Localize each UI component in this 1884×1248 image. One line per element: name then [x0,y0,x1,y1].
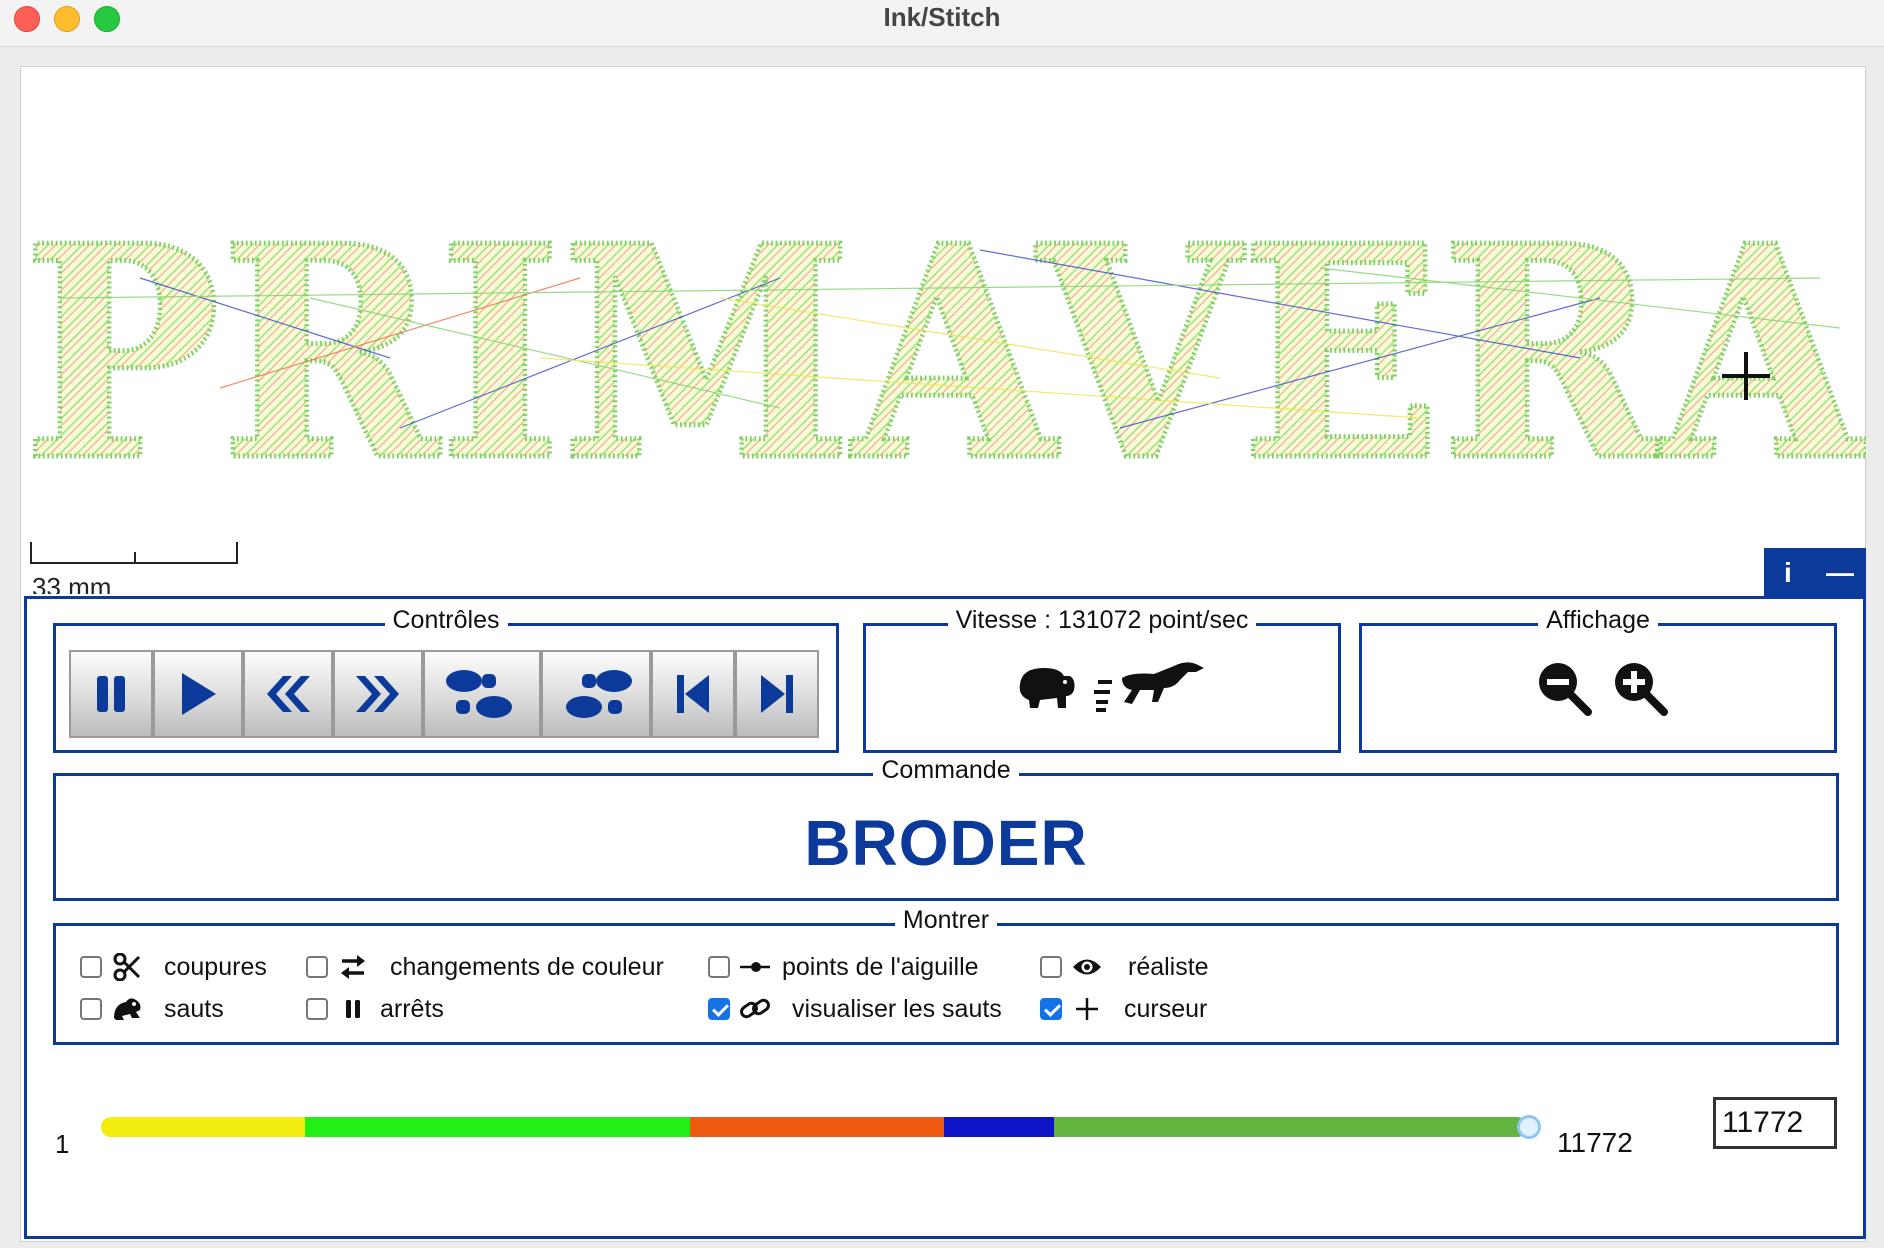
slider-knob[interactable] [1517,1115,1541,1139]
design-text: PRIMAVERA [23,238,1866,478]
scale-label: 33 mm [32,572,112,594]
info-minimize-buttons: i — [1764,548,1866,598]
realiste-checkbox[interactable] [1040,956,1062,978]
title-bar: Ink/Stitch [0,0,1884,47]
needle-point-icon [740,952,770,982]
sauts-label: sauts [164,994,224,1023]
link-icon [740,994,770,1024]
hippo-icon[interactable] [1012,662,1078,712]
show-fieldset: Montrer coupures sauts changements de co… [53,906,1839,1045]
show-legend: Montrer [894,906,998,934]
rewind-button[interactable] [243,650,333,738]
slider-min-label: 1 [55,1129,70,1159]
scale-bar [30,542,238,564]
visualiser-checkbox[interactable] [708,998,730,1020]
go-to-end-button[interactable] [735,650,819,738]
controls-legend: Contrôles [384,606,508,634]
option-curseur[interactable]: curseur [1040,994,1207,1024]
points-label: points de l'aiguille [782,952,979,981]
eye-icon [1072,952,1102,982]
double-chevron-left-icon [267,676,310,712]
step-back-button[interactable] [423,650,541,738]
command-value: BRODER [804,807,1088,879]
footprints-back-icon [446,670,512,718]
arrets-label: arrêts [380,994,444,1023]
changements-checkbox[interactable] [306,956,328,978]
fast-forward-button[interactable] [333,650,423,738]
command-fieldset: Commande BRODER [53,756,1839,901]
current-stitch-input[interactable]: 11772 [1713,1097,1837,1149]
arrets-checkbox[interactable] [306,998,328,1020]
controls-fieldset: Contrôles [53,606,839,753]
crosshair-icon [1072,994,1102,1024]
display-legend: Affichage [1538,606,1658,634]
zoom-out-icon[interactable] [1536,660,1592,716]
speed-legend: Vitesse : 131072 point/sec [947,606,1257,634]
realiste-label: réaliste [1128,952,1209,981]
display-fieldset: Affichage [1359,606,1837,753]
visualiser-label: visualiser les sauts [792,994,1002,1023]
option-arrets[interactable]: arrêts [306,994,444,1024]
option-coupures[interactable]: coupures [80,952,267,982]
slider-color-segment [304,1117,690,1137]
pause-icon [97,676,125,712]
zoom-in-icon[interactable] [1612,660,1668,716]
minimize-panel-button[interactable]: — [1826,548,1854,598]
command-legend: Commande [873,756,1019,784]
points-checkbox[interactable] [708,956,730,978]
double-chevron-right-icon [356,676,399,712]
slider-color-segment [1053,1117,1527,1137]
pause-icon [338,994,368,1024]
step-forward-button[interactable] [541,650,651,738]
speed-fieldset: Vitesse : 131072 point/sec [863,606,1341,753]
skip-start-icon [677,675,709,713]
slider-max-label: 11772 [1557,1127,1633,1158]
info-button[interactable]: i [1784,548,1792,598]
pause-button[interactable] [69,650,153,738]
slider-color-segment [101,1117,305,1137]
coupures-checkbox[interactable] [80,956,102,978]
slider-color-segment [689,1117,944,1137]
curseur-checkbox[interactable] [1040,998,1062,1020]
option-points[interactable]: points de l'aiguille [708,952,979,982]
play-icon [182,673,216,715]
option-visualiser[interactable]: visualiser les sauts [708,994,1002,1024]
curseur-label: curseur [1124,994,1208,1023]
skip-end-icon [761,675,793,713]
option-realiste[interactable]: réaliste [1040,952,1209,982]
embroidery-design-preview: PRIMAVERA [21,238,1867,478]
coupures-label: coupures [164,952,267,981]
go-to-start-button[interactable] [651,650,735,738]
changements-label: changements de couleur [390,952,664,981]
running-horse-icon[interactable] [1092,658,1208,714]
footprints-forward-icon [566,670,632,718]
scissors-icon [112,952,142,982]
slider-color-segment [943,1117,1054,1137]
sauts-checkbox[interactable] [80,998,102,1020]
window-title: Ink/Stitch [883,2,1001,32]
stitch-progress-slider[interactable] [101,1117,1527,1137]
option-sauts[interactable]: sauts [80,994,224,1024]
option-changements[interactable]: changements de couleur [306,952,664,982]
play-button[interactable] [153,650,243,738]
frog-icon [112,994,142,1024]
control-panel: Contrôles Vitesse : 131072 point/sec Aff… [24,596,1866,1239]
swap-arrows-icon [338,952,368,982]
